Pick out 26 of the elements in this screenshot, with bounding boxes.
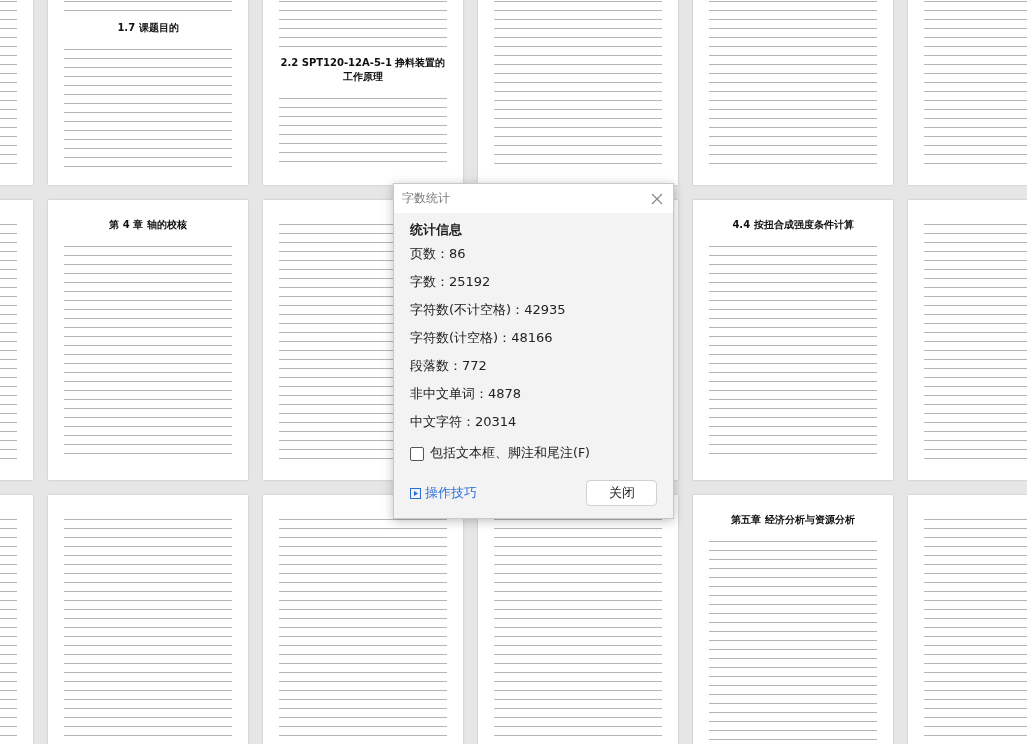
page-thumbnail[interactable]: 1.7 课题目的 (48, 0, 248, 185)
tips-link[interactable]: 操作技巧 (410, 484, 477, 502)
dialog-title: 字数统计 (402, 190, 450, 207)
page-thumbnail[interactable] (48, 495, 248, 744)
stat-line: 段落数：772 (410, 357, 488, 375)
page-heading: 第五章 经济分析与资源分析 (731, 513, 855, 527)
play-icon (410, 487, 421, 499)
section-title: 统计信息 (410, 221, 463, 239)
page-heading: 1.7 课题目的 (117, 21, 179, 35)
page-heading: 第 4 章 轴的校核 (109, 218, 187, 232)
page-heading: 4.4 按扭合成强度条件计算 (732, 218, 854, 232)
stat-line: 中文字符：20314 (410, 413, 518, 431)
page-thumbnail[interactable]: 第五章 经济分析与资源分析 (693, 495, 893, 744)
page-thumbnail[interactable]: 2.2 SPT120-12A-5-1 挣料装置的工作原理 (263, 0, 463, 185)
page-thumbnail[interactable]: 4.4 按扭合成强度条件计算 (693, 200, 893, 480)
checkbox-label: 包括文本框、脚注和尾注(F) (430, 445, 590, 462)
stat-line: 字数：25192 (410, 273, 492, 291)
checkbox[interactable] (410, 446, 424, 461)
stat-line: 非中文单词：4878 (410, 385, 523, 403)
page-heading: 2.2 SPT120-12A-5-1 挣料装置的工作原理 (279, 56, 447, 84)
stat-line: 字符数(不计空格)：42935 (410, 301, 567, 319)
close-icon[interactable] (651, 192, 663, 205)
close-button[interactable]: 关闭 (586, 480, 657, 506)
page-thumbnail[interactable]: 第 4 章 轴的校核 (48, 200, 248, 480)
stat-line: 字符数(计空格)：48166 (410, 329, 554, 347)
stat-line: 页数：86 (410, 245, 467, 263)
